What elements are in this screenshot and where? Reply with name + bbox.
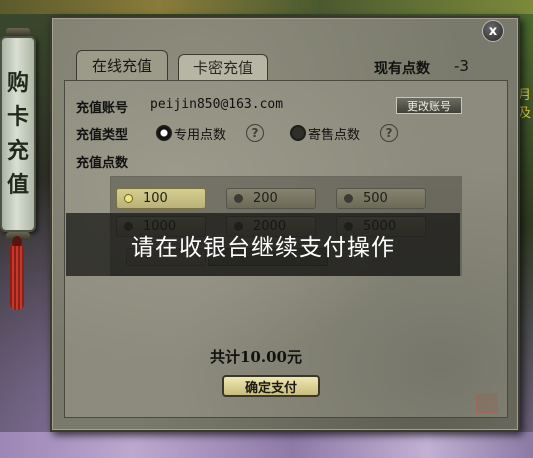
tab-card-recharge[interactable]: 卡密充值 xyxy=(178,54,268,80)
current-points-value: -3 xyxy=(454,57,469,75)
right-scene-strip: 月 及 xyxy=(518,14,533,434)
banner-char-1: 购 xyxy=(6,70,29,96)
current-points-label: 现有点数 xyxy=(374,61,430,77)
change-account-button[interactable]: 更改账号 xyxy=(396,97,462,114)
top-scene-strip xyxy=(0,0,533,14)
bottom-scene-strip xyxy=(0,432,533,458)
account-value: peijin850@163.com xyxy=(150,97,284,112)
amount-option-500[interactable]: 500 xyxy=(336,188,426,209)
radio-dedicated-points-label: 专用点数 xyxy=(174,128,227,143)
close-button[interactable]: x xyxy=(482,20,504,42)
payment-overlay-message: 请在收银台继续支付操作 xyxy=(66,213,460,276)
radio-dot-icon xyxy=(344,194,353,203)
red-tassel xyxy=(10,246,24,310)
radio-consignment-points-label: 寄售点数 xyxy=(308,128,361,143)
account-label: 充值账号 xyxy=(76,101,129,116)
banner-char-3: 充 xyxy=(6,138,29,164)
confirm-payment-button[interactable]: 确定支付 xyxy=(222,375,320,397)
help-icon[interactable]: ? xyxy=(380,124,398,142)
recharge-type-label: 充值类型 xyxy=(76,128,129,143)
radio-consignment-points[interactable] xyxy=(290,125,306,141)
amount-option-label: 200 xyxy=(253,191,278,206)
total-amount: 共计10.00元 xyxy=(210,348,302,366)
amount-option-100[interactable]: 100 xyxy=(116,188,206,209)
radio-dedicated-points[interactable] xyxy=(156,125,172,141)
close-icon: x xyxy=(488,23,498,39)
recharge-points-label: 充值点数 xyxy=(76,156,129,171)
seal-stamp-icon xyxy=(476,393,498,413)
tab-online-recharge[interactable]: 在线充值 xyxy=(76,50,168,80)
amount-option-200[interactable]: 200 xyxy=(226,188,316,209)
amount-option-label: 500 xyxy=(363,191,388,206)
radio-dot-icon xyxy=(234,194,243,203)
banner-char-2: 卡 xyxy=(6,104,29,130)
selected-dot-icon xyxy=(124,194,133,203)
amount-option-label: 100 xyxy=(143,191,168,206)
buy-card-banner[interactable]: 购 卡 充 值 xyxy=(0,36,36,232)
banner-char-4: 值 xyxy=(6,172,29,198)
help-icon[interactable]: ? xyxy=(246,124,264,142)
banner-scroll-top xyxy=(6,28,30,36)
